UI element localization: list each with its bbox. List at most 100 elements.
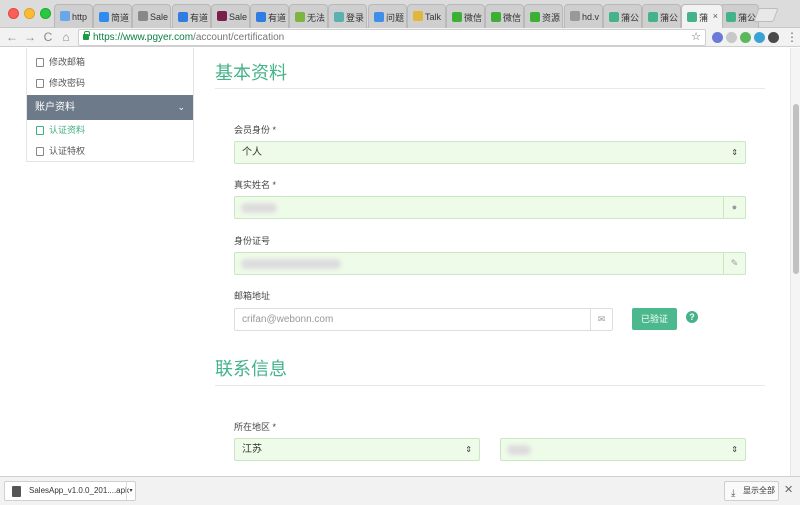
scrollbar-thumb[interactable] [793, 104, 799, 274]
document-icon [36, 126, 44, 135]
tab-label: 微信 [464, 13, 483, 23]
tab-favicon-icon [374, 12, 384, 22]
browser-tab[interactable]: 登录 [328, 4, 367, 28]
tab-favicon-icon [687, 12, 697, 22]
window-zoom-button[interactable] [40, 8, 51, 19]
tab-label: 简道 [111, 13, 130, 23]
tab-favicon-icon [648, 12, 658, 22]
new-tab-button[interactable] [753, 8, 779, 22]
tab-label: Sale [229, 12, 248, 22]
browser-tab[interactable]: 简道 [93, 4, 132, 28]
email-input[interactable]: crifan@webonn.com ✉ [234, 308, 613, 331]
user-icon: ● [723, 197, 745, 218]
url-origin: https://www.pgyer.com [93, 32, 194, 43]
download-item[interactable]: SalesApp_v1.0.0_201....apk ▾ [4, 481, 136, 501]
browser-tab[interactable]: 无法 [289, 4, 328, 28]
email-placeholder: crifan@webonn.com [242, 314, 334, 325]
tab-label: 问题 [386, 13, 405, 23]
browser-tab[interactable]: 问题 [368, 4, 407, 28]
select-caret-icon: ⇕ [465, 445, 472, 454]
browser-menu-icon[interactable]: ⋮ [786, 29, 798, 45]
browser-tab[interactable]: Talk [407, 4, 446, 28]
reload-button[interactable]: C [40, 29, 56, 45]
browser-toolbar: ← → C ⌂ https://www.pgyer.com/account/ce… [0, 28, 800, 47]
browser-tab[interactable]: 有道 [250, 4, 289, 28]
real-name-input[interactable]: ● [234, 196, 746, 219]
close-download-bar-icon[interactable]: ✕ [784, 483, 793, 496]
sidebar-item-change-password[interactable]: 修改密码 [27, 73, 193, 94]
member-type-value: 个人 [242, 147, 262, 158]
province-select[interactable]: 江苏 ⇕ [234, 438, 480, 461]
email-label: 邮箱地址 [234, 291, 271, 301]
sidebar-item-certification-privileges[interactable]: 认证特权 [27, 141, 193, 162]
city-select[interactable]: ⇕ [500, 438, 746, 461]
redacted-id-number [241, 259, 341, 269]
tab-favicon-icon [413, 11, 423, 21]
tab-favicon-icon [334, 12, 344, 22]
id-number-label: 身份证号 [234, 236, 271, 246]
download-icon: ⤓ [731, 488, 736, 499]
tab-favicon-icon [138, 11, 148, 21]
tab-favicon-icon [726, 12, 736, 22]
browser-tab[interactable]: 微信 [446, 4, 485, 28]
tab-label: Talk [425, 12, 442, 22]
window-close-button[interactable] [8, 8, 19, 19]
extension-icon[interactable] [768, 32, 779, 43]
sidebar-section-label: 账户资料 [35, 102, 75, 113]
forward-button[interactable]: → [22, 29, 38, 45]
sidebar-section-account-info[interactable]: 账户资料 ⌄ [27, 95, 193, 120]
show-all-label: 显示全部 [743, 486, 775, 495]
extension-icon[interactable] [754, 32, 765, 43]
region-label: 所在地区 * [234, 422, 277, 432]
home-button[interactable]: ⌂ [58, 29, 74, 45]
member-type-select[interactable]: 个人 ⇕ [234, 141, 746, 164]
browser-tab[interactable]: 蒲公 [720, 4, 759, 28]
select-caret-icon: ⇕ [731, 445, 738, 454]
browser-tab[interactable]: 资源 [524, 4, 563, 28]
id-number-input[interactable]: ✎ [234, 252, 746, 275]
extension-icon[interactable] [740, 32, 751, 43]
extension-icon[interactable] [712, 32, 723, 43]
browser-tab[interactable]: Sale [211, 4, 250, 28]
browser-tab[interactable]: 蒲公 [603, 4, 642, 28]
section-title-contact-info: 联系信息 [215, 359, 287, 379]
tab-label: http [72, 12, 88, 22]
window-minimize-button[interactable] [24, 8, 35, 19]
browser-tab[interactable]: Sale [132, 4, 171, 28]
address-bar[interactable]: https://www.pgyer.com/account/certificat… [78, 29, 706, 46]
sidebar-item-certification[interactable]: 认证资料 [27, 120, 193, 141]
chevron-down-icon: ⌄ [177, 102, 185, 112]
back-button[interactable]: ← [4, 29, 20, 45]
bookmark-star-icon[interactable]: ☆ [691, 30, 701, 45]
tab-favicon-icon [570, 11, 580, 21]
browser-tab[interactable]: 蒲公 [642, 4, 681, 28]
download-bar: SalesApp_v1.0.0_201....apk ▾ ⤓ 显示全部 ✕ [0, 476, 800, 505]
show-all-downloads-button[interactable]: ⤓ 显示全部 [724, 481, 779, 501]
tab-label: Sale [150, 12, 169, 22]
help-icon[interactable]: ? [686, 311, 698, 323]
tab-favicon-icon [491, 12, 501, 22]
tab-label: 蒲公 [660, 13, 679, 23]
edit-icon [36, 79, 44, 88]
download-options-button[interactable]: ▾ [126, 482, 135, 500]
section-divider [215, 385, 765, 386]
tab-close-icon[interactable]: × [713, 11, 718, 21]
envelope-icon: ✉ [590, 309, 612, 330]
browser-tab[interactable]: hd.v [564, 4, 603, 28]
browser-tab[interactable]: 蒲 × [681, 4, 723, 28]
tab-favicon-icon [609, 12, 619, 22]
tab-favicon-icon [99, 12, 109, 22]
pencil-icon: ✎ [723, 253, 745, 274]
url-path: /account/certification [193, 32, 285, 43]
sidebar-item-change-email[interactable]: 修改邮箱 [27, 52, 193, 73]
member-type-label: 会员身份 * [234, 125, 277, 135]
tab-favicon-icon [530, 12, 540, 22]
browser-tab[interactable]: 微信 [485, 4, 524, 28]
browser-tab[interactable]: 有道 [172, 4, 211, 28]
browser-tab[interactable]: http [54, 4, 93, 28]
page-scrollbar[interactable] [790, 48, 800, 476]
extension-icon[interactable] [726, 32, 737, 43]
verified-button[interactable]: 已验证 [632, 308, 677, 330]
tab-label: 资源 [542, 13, 561, 23]
tab-label: 蒲 [699, 13, 709, 23]
